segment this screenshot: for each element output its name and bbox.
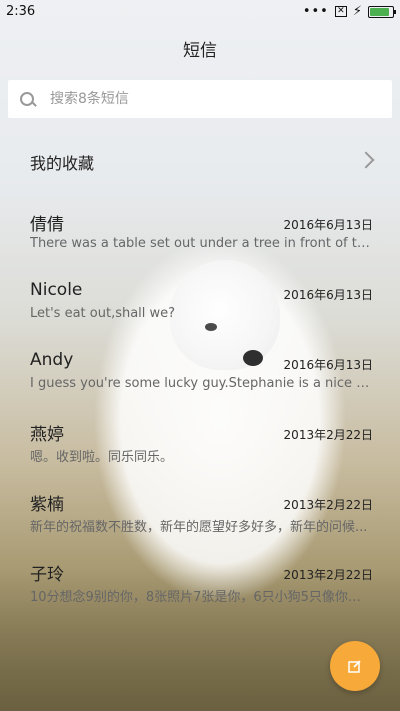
search-icon: [18, 90, 36, 108]
conversation-item[interactable]: Andy 2016年6月13日 I guess you're some luck…: [0, 346, 400, 416]
message-preview: 嗯。收到啦。同乐同乐。: [30, 450, 174, 465]
contact-name: Nicole: [30, 280, 83, 300]
message-date: 2013年2月22日: [283, 568, 373, 582]
status-icons: ••• ✕ ⚡: [302, 4, 396, 19]
battery-icon: [368, 5, 396, 18]
favorites-row[interactable]: 我的收藏: [0, 142, 400, 182]
message-date: 2016年6月13日: [283, 218, 373, 232]
conversation-item[interactable]: Nicole 2016年6月13日 Let's eat out,shall we…: [0, 276, 400, 346]
contact-name: 子玲: [30, 565, 64, 585]
search-input[interactable]: [48, 90, 392, 108]
conversation-list: 倩倩 2016年6月13日 There was a table set out …: [0, 206, 400, 626]
chevron-right-icon: [357, 151, 375, 169]
notification-box-icon: ✕: [334, 6, 347, 17]
charging-bolt-icon: ⚡: [352, 4, 362, 19]
contact-name: 紫楠: [30, 495, 64, 515]
favorites-label: 我的收藏: [30, 154, 95, 173]
compose-button[interactable]: [330, 641, 380, 691]
message-date: 2016年6月13日: [283, 288, 373, 302]
compose-icon: [348, 660, 361, 673]
message-date: 2016年6月13日: [283, 358, 373, 372]
message-date: 2013年2月22日: [283, 428, 373, 442]
message-preview: Let's eat out,shall we?: [30, 306, 176, 321]
contact-name: Andy: [30, 350, 74, 370]
search-bar[interactable]: [8, 80, 392, 118]
status-bar: 2:36 ••• ✕ ⚡: [0, 0, 400, 24]
conversation-item[interactable]: 子玲 2013年2月22日 10分想念9别的你，8张照片7张是你，6只小狗5只像…: [0, 556, 400, 626]
message-preview: There was a table set out under a tree i…: [30, 236, 372, 251]
conversation-item[interactable]: 倩倩 2016年6月13日 There was a table set out …: [0, 206, 400, 276]
message-date: 2013年2月22日: [283, 498, 373, 512]
contact-name: 倩倩: [30, 215, 64, 235]
message-preview: I guess you're some lucky guy.Stephanie …: [30, 376, 372, 391]
conversation-item[interactable]: 燕婷 2013年2月22日 嗯。收到啦。同乐同乐。: [0, 416, 400, 486]
battery-fill: [370, 7, 390, 16]
status-time: 2:36: [6, 4, 36, 19]
signal-dots-icon: •••: [302, 4, 329, 19]
contact-name: 燕婷: [30, 425, 64, 445]
page-title: 短信: [183, 41, 217, 61]
message-preview: 新年的祝福数不胜数，新年的愿望好多好多，新年的问候...: [30, 520, 368, 535]
message-preview: 10分想念9别的你，8张照片7张是你，6只小狗5只像你，4...: [30, 590, 372, 605]
conversation-item[interactable]: 紫楠 2013年2月22日 新年的祝福数不胜数，新年的愿望好多好多，新年的问候.…: [0, 486, 400, 556]
